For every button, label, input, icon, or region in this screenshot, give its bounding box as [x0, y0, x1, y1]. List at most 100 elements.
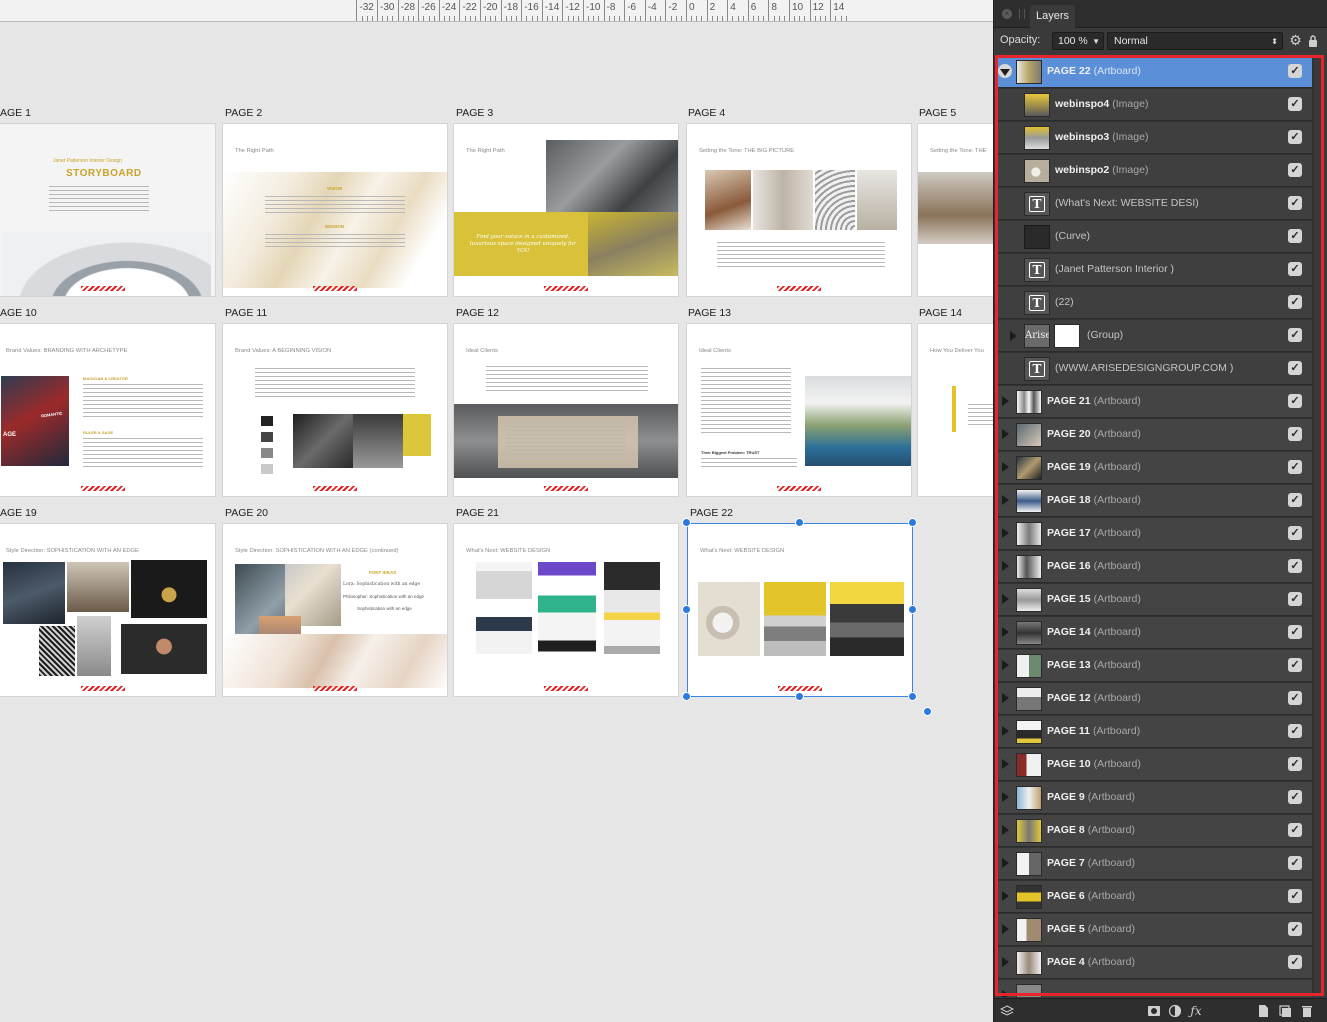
layer-row-page-5[interactable]: PAGE 5 (Artboard) ✓: [996, 914, 1312, 946]
layer-row-page-22[interactable]: PAGE 22 (Artboard) ✓: [996, 56, 1312, 88]
adjustment-icon[interactable]: [1168, 1004, 1182, 1018]
selection-handle-left[interactable]: [682, 605, 691, 614]
layer-row-page-15[interactable]: PAGE 15 (Artboard) ✓: [996, 584, 1312, 616]
layer-row-page-20[interactable]: PAGE 20 (Artboard) ✓: [996, 419, 1312, 451]
layer-row-page-12[interactable]: PAGE 12 (Artboard) ✓: [996, 683, 1312, 715]
layer-row-page-18[interactable]: PAGE 18 (Artboard) ✓: [996, 485, 1312, 517]
chevron-right-icon[interactable]: [1002, 396, 1009, 406]
visibility-checkbox[interactable]: ✓: [1288, 526, 1302, 540]
artboard-page-2[interactable]: The Right Path VISION MISSION: [222, 123, 448, 297]
opacity-dropdown[interactable]: 100 % ▼: [1052, 32, 1104, 50]
new-group-icon[interactable]: [1278, 1004, 1292, 1018]
page-label-20[interactable]: PAGE 20: [225, 507, 268, 519]
visibility-checkbox[interactable]: ✓: [1288, 493, 1302, 507]
artboard-page-21[interactable]: What's Next: WEBSITE DESIGN: [453, 523, 679, 697]
layer-row-page-9[interactable]: PAGE 9 (Artboard) ✓: [996, 782, 1312, 814]
layer-row-page-6[interactable]: PAGE 6 (Artboard) ✓: [996, 881, 1312, 913]
selection-handle-top[interactable]: [795, 518, 804, 527]
chevron-right-icon[interactable]: [1002, 495, 1009, 505]
blend-mode-select[interactable]: Normal ⬍: [1107, 32, 1283, 50]
fx-icon[interactable]: ƒx: [1189, 1004, 1203, 1018]
artboard-page-1[interactable]: Janet Patterson Interior Design STORYBOA…: [0, 123, 216, 297]
artboard-page-13[interactable]: Ideal Clients Their Biggest Problem: TRU…: [686, 323, 912, 497]
page-label-2[interactable]: PAGE 2: [225, 107, 262, 119]
visibility-checkbox[interactable]: ✓: [1288, 889, 1302, 903]
trash-icon[interactable]: [1300, 1004, 1314, 1018]
visibility-checkbox[interactable]: ✓: [1288, 64, 1302, 78]
chevron-right-icon[interactable]: [1002, 858, 1009, 868]
layer-row-text-whats-next[interactable]: T (What's Next: WEBSITE DESI) ✓: [996, 188, 1312, 220]
visibility-checkbox[interactable]: ✓: [1288, 328, 1302, 342]
selection-handle-top-right[interactable]: [908, 518, 917, 527]
page-label-3[interactable]: PAGE 3: [456, 107, 493, 119]
layer-row-group[interactable]: Arise (Group) ✓: [996, 320, 1312, 352]
layer-row-partial[interactable]: [996, 980, 1312, 997]
grip-icon[interactable]: [1019, 9, 1025, 19]
layer-row-page-7[interactable]: PAGE 7 (Artboard) ✓: [996, 848, 1312, 880]
artboard-page-11[interactable]: Brand Values: A BEGINNING VISION: [222, 323, 448, 497]
page-label-5[interactable]: PAGE 5: [919, 107, 956, 119]
visibility-checkbox[interactable]: ✓: [1288, 856, 1302, 870]
new-layer-icon[interactable]: [1256, 1004, 1270, 1018]
visibility-checkbox[interactable]: ✓: [1288, 361, 1302, 375]
artboard-page-19[interactable]: Style Direction: SOPHISTICATION WITH AN …: [0, 523, 216, 697]
horizontal-ruler[interactable]: -32 -30 -28 -26 -24 -22 -20 -18 -16 -14 -12 -10 -8 -6…: [0, 0, 993, 22]
artboard-page-3[interactable]: The Right Path Find your solace in a cus…: [453, 123, 679, 297]
layer-row-page-17[interactable]: PAGE 17 (Artboard) ✓: [996, 518, 1312, 550]
chevron-right-icon[interactable]: [1002, 990, 1009, 997]
chevron-right-icon[interactable]: [1002, 891, 1009, 901]
chevron-right-icon[interactable]: [1002, 924, 1009, 934]
layer-row-page-13[interactable]: PAGE 13 (Artboard) ✓: [996, 650, 1312, 682]
layer-row-curve[interactable]: (Curve) ✓: [996, 221, 1312, 253]
layer-row-page-14[interactable]: PAGE 14 (Artboard) ✓: [996, 617, 1312, 649]
visibility-checkbox[interactable]: ✓: [1288, 295, 1302, 309]
visibility-checkbox[interactable]: ✓: [1288, 196, 1302, 210]
page-label-19[interactable]: AGE 19: [0, 507, 37, 519]
artboard-page-12[interactable]: Ideal Clients: [453, 323, 679, 497]
layer-row-text-janet[interactable]: T (Janet Patterson Interior ) ✓: [996, 254, 1312, 286]
artboard-page-14[interactable]: How You Deliver You: [917, 323, 993, 497]
rotation-handle[interactable]: [923, 707, 932, 716]
chevron-right-icon[interactable]: [1002, 825, 1009, 835]
layer-row-text-22[interactable]: T (22) ✓: [996, 287, 1312, 319]
selection-handle-bottom[interactable]: [795, 692, 804, 701]
selection-handle-bottom-left[interactable]: [682, 692, 691, 701]
layer-row-page-11[interactable]: PAGE 11 (Artboard) ✓: [996, 716, 1312, 748]
chevron-right-icon[interactable]: [1002, 561, 1009, 571]
visibility-checkbox[interactable]: ✓: [1288, 790, 1302, 804]
layer-row-page-8[interactable]: PAGE 8 (Artboard) ✓: [996, 815, 1312, 847]
visibility-checkbox[interactable]: ✓: [1288, 691, 1302, 705]
layers-stack-icon[interactable]: [1000, 1004, 1014, 1018]
chevron-right-icon[interactable]: [1002, 594, 1009, 604]
artboard-page-20[interactable]: Style Direction: SOPHISTICATION WITH AN …: [222, 523, 448, 697]
page-label-22[interactable]: PAGE 22: [690, 507, 733, 519]
page-label-13[interactable]: PAGE 13: [688, 307, 731, 319]
page-label-14[interactable]: PAGE 14: [919, 307, 962, 319]
layer-row-page-21[interactable]: PAGE 21 (Artboard) ✓: [996, 386, 1312, 418]
artboard-page-5[interactable]: Setting the Tone: THE: [917, 123, 993, 297]
tab-layers[interactable]: Layers: [1030, 5, 1076, 28]
visibility-checkbox[interactable]: ✓: [1288, 757, 1302, 771]
chevron-right-icon[interactable]: [1002, 726, 1009, 736]
page-label-11[interactable]: PAGE 11: [225, 307, 267, 319]
page-label-10[interactable]: AGE 10: [0, 307, 37, 319]
selection-handle-bottom-right[interactable]: [908, 692, 917, 701]
layer-row-page-16[interactable]: PAGE 16 (Artboard) ✓: [996, 551, 1312, 583]
visibility-checkbox[interactable]: ✓: [1288, 658, 1302, 672]
layer-row-webinspo3[interactable]: webinspo3 (Image) ✓: [996, 122, 1312, 154]
visibility-checkbox[interactable]: ✓: [1288, 559, 1302, 573]
lock-icon[interactable]: [1308, 35, 1318, 47]
visibility-checkbox[interactable]: ✓: [1288, 724, 1302, 738]
artboard-page-10[interactable]: Brand Values: BRANDING WITH ARCHETYPE AG…: [0, 323, 216, 497]
gear-icon[interactable]: ⚙: [1288, 33, 1303, 48]
selection-handle-right[interactable]: [908, 605, 917, 614]
chevron-right-icon[interactable]: [1002, 792, 1009, 802]
visibility-checkbox[interactable]: ✓: [1288, 592, 1302, 606]
visibility-checkbox[interactable]: ✓: [1288, 97, 1302, 111]
layer-row-page-10[interactable]: PAGE 10 (Artboard) ✓: [996, 749, 1312, 781]
artboard-page-4[interactable]: Setting the Tone: THE BIG PICTURE: [686, 123, 912, 297]
page-label-1[interactable]: AGE 1: [0, 107, 31, 119]
chevron-down-icon[interactable]: [1000, 69, 1010, 76]
chevron-right-icon[interactable]: [1002, 627, 1009, 637]
visibility-checkbox[interactable]: ✓: [1288, 823, 1302, 837]
